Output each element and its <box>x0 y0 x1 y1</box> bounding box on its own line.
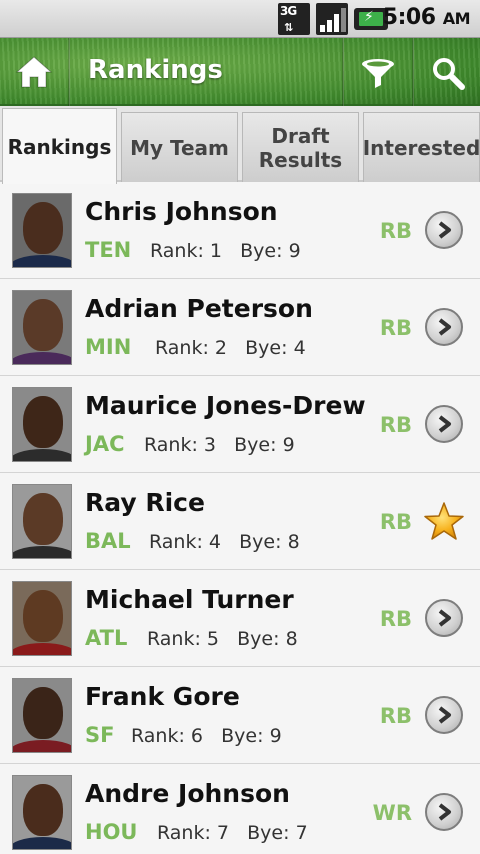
rank-label: Rank: <box>131 725 185 747</box>
player-rank: 2 <box>214 337 228 359</box>
player-photo <box>12 290 72 365</box>
player-rank-bye: Rank: 6 Bye: 9 <box>131 725 282 747</box>
player-row[interactable]: Michael Turner ATL Rank: 5 Bye: 8 RB <box>0 570 480 667</box>
player-photo <box>12 678 72 753</box>
rank-label: Rank: <box>150 240 204 262</box>
player-rank: 4 <box>208 531 222 553</box>
player-bye: 8 <box>287 531 300 553</box>
tab-draft-results[interactable]: Draft Results <box>242 112 359 182</box>
player-name: Adrian Peterson <box>85 294 313 323</box>
player-team: JAC <box>85 432 125 456</box>
player-team: BAL <box>85 529 131 553</box>
player-bye: 8 <box>285 628 298 650</box>
player-rank-bye: Rank: 4 Bye: 8 <box>149 531 300 553</box>
player-bye: 7 <box>295 822 308 844</box>
chevron-right-icon[interactable] <box>425 211 463 249</box>
player-rank-bye: Rank: 1 Bye: 9 <box>150 240 301 262</box>
tab-rankings[interactable]: Rankings <box>2 108 117 184</box>
rank-label: Rank: <box>147 628 201 650</box>
chevron-right-icon[interactable] <box>425 696 463 734</box>
player-photo <box>12 193 72 268</box>
clock-time: 5:06 <box>382 5 436 30</box>
rank-label: Rank: <box>157 822 211 844</box>
player-list: Chris Johnson TEN Rank: 1 Bye: 9 RB Adri… <box>0 182 480 854</box>
player-bye: 9 <box>269 725 282 747</box>
player-team: TEN <box>85 238 132 262</box>
player-rank: 5 <box>206 628 220 650</box>
status-bar: 3G ⇅ ⚡ 5:06 AM <box>0 0 480 38</box>
chevron-right-icon[interactable] <box>425 793 463 831</box>
signal-strength-icon <box>316 3 348 35</box>
search-icon[interactable] <box>430 56 466 90</box>
player-rank: 7 <box>216 822 230 844</box>
chevron-right-icon[interactable] <box>425 405 463 443</box>
player-row[interactable]: Ray Rice BAL Rank: 4 Bye: 8 RB <box>0 473 480 570</box>
player-bye: 4 <box>293 337 306 359</box>
player-row[interactable]: Andre Johnson HOU Rank: 7 Bye: 7 WR <box>0 764 480 854</box>
player-row[interactable]: Chris Johnson TEN Rank: 1 Bye: 9 RB <box>0 182 480 279</box>
player-team: ATL <box>85 626 128 650</box>
action-bar-divider <box>342 38 344 106</box>
player-name: Frank Gore <box>85 682 240 711</box>
player-name: Maurice Jones-Drew <box>85 391 366 420</box>
player-row[interactable]: Frank Gore SF Rank: 6 Bye: 9 RB <box>0 667 480 764</box>
player-bye: 9 <box>282 434 295 456</box>
clock-ampm: AM <box>442 9 471 28</box>
player-rank-bye: Rank: 2 Bye: 4 <box>155 337 306 359</box>
filter-icon[interactable] <box>360 58 396 90</box>
player-team: HOU <box>85 820 138 844</box>
chevron-right-icon[interactable] <box>425 599 463 637</box>
page-title: Rankings <box>88 55 223 85</box>
player-rank-bye: Rank: 3 Bye: 9 <box>144 434 295 456</box>
tab-my-team[interactable]: My Team <box>121 112 238 182</box>
player-position: WR <box>372 801 412 825</box>
player-position: RB <box>379 704 412 728</box>
player-photo <box>12 775 72 850</box>
player-photo <box>12 581 72 656</box>
player-rank: 3 <box>203 434 217 456</box>
bye-label: Bye: <box>221 725 264 747</box>
clock: 5:06 AM <box>382 5 471 30</box>
player-position: RB <box>379 607 412 631</box>
player-bye: 9 <box>288 240 301 262</box>
bye-label: Bye: <box>239 531 282 553</box>
network-type-label: 3G <box>280 4 297 18</box>
player-row[interactable]: Maurice Jones-Drew JAC Rank: 3 Bye: 9 RB <box>0 376 480 473</box>
rank-label: Rank: <box>149 531 203 553</box>
player-name: Michael Turner <box>85 585 294 614</box>
rank-label: Rank: <box>144 434 198 456</box>
rank-label: Rank: <box>155 337 209 359</box>
player-photo <box>12 484 72 559</box>
player-team: SF <box>85 723 115 747</box>
chevron-right-icon[interactable] <box>425 308 463 346</box>
player-row[interactable]: Adrian Peterson MIN Rank: 2 Bye: 4 RB <box>0 279 480 376</box>
tab-bar: Rankings My Team Draft Results Intereste… <box>0 106 480 184</box>
bye-label: Bye: <box>245 337 288 359</box>
player-position: RB <box>379 413 412 437</box>
player-rank: 6 <box>190 725 204 747</box>
player-position: RB <box>379 316 412 340</box>
network-3g-icon: 3G ⇅ <box>278 3 310 35</box>
player-position: RB <box>379 510 412 534</box>
player-name: Chris Johnson <box>85 197 278 226</box>
player-photo <box>12 387 72 462</box>
player-position: RB <box>379 219 412 243</box>
player-team: MIN <box>85 335 132 359</box>
action-bar-divider <box>412 38 414 106</box>
action-bar: Rankings <box>0 38 480 106</box>
player-name: Andre Johnson <box>85 779 290 808</box>
tab-interested[interactable]: Interested <box>363 112 480 182</box>
star-icon[interactable] <box>423 501 465 541</box>
bye-label: Bye: <box>237 628 280 650</box>
bye-label: Bye: <box>234 434 277 456</box>
player-rank-bye: Rank: 7 Bye: 7 <box>157 822 308 844</box>
player-rank: 1 <box>209 240 223 262</box>
bye-label: Bye: <box>247 822 290 844</box>
bye-label: Bye: <box>240 240 283 262</box>
player-name: Ray Rice <box>85 488 205 517</box>
home-icon[interactable] <box>14 54 54 90</box>
action-bar-divider <box>68 38 70 106</box>
player-rank-bye: Rank: 5 Bye: 8 <box>147 628 298 650</box>
